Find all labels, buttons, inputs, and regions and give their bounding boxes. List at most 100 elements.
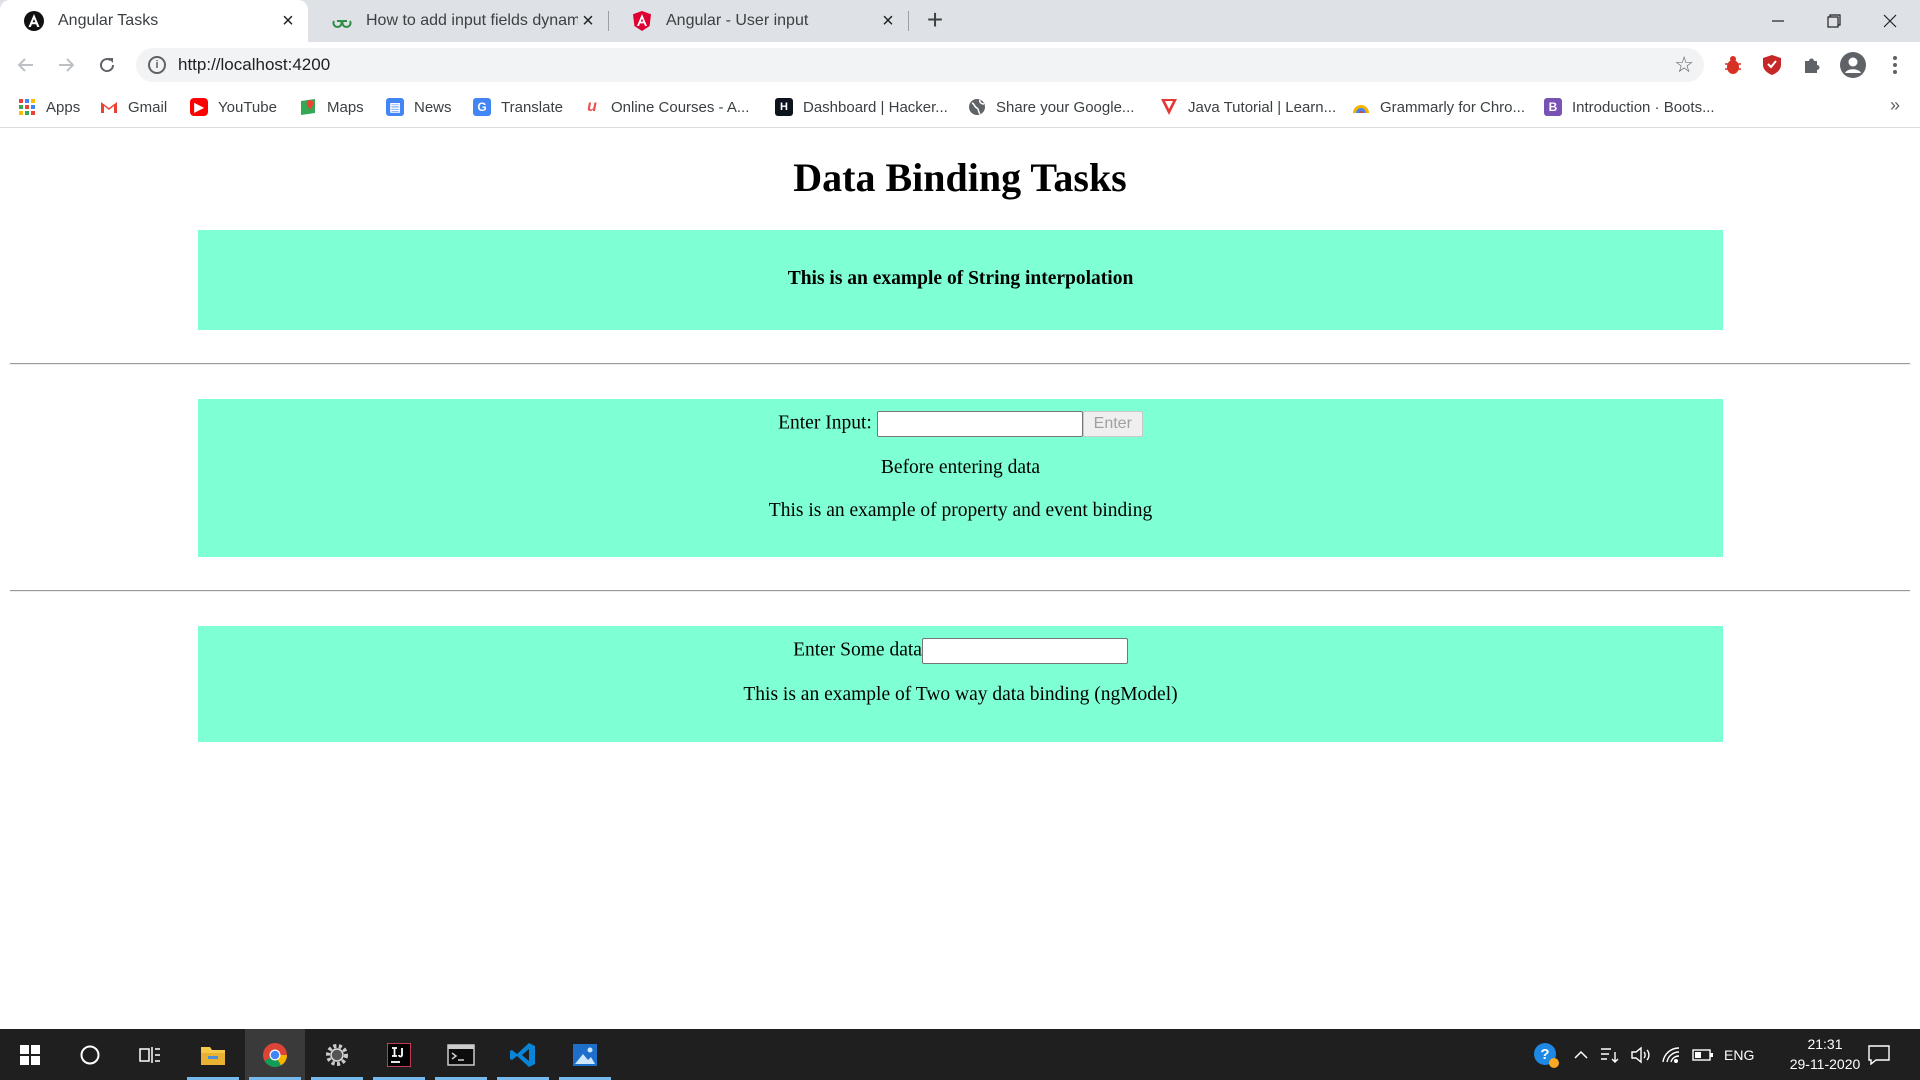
site-info-icon[interactable]: i bbox=[148, 56, 166, 74]
restore-button[interactable] bbox=[1806, 0, 1862, 42]
bookmark-share-google[interactable]: Share your Google... bbox=[968, 96, 1134, 118]
bookmark-java-tutorial[interactable]: Java Tutorial | Learn... bbox=[1160, 96, 1336, 118]
bookmark-label: Maps bbox=[327, 98, 364, 116]
bookmark-hackerrank[interactable]: H Dashboard | Hacker... bbox=[775, 96, 948, 118]
more-bookmarks-chevron-icon[interactable]: » bbox=[1890, 95, 1900, 116]
help-tray-icon[interactable]: ? bbox=[1532, 1029, 1560, 1080]
reload-icon bbox=[100, 58, 115, 73]
wifi-icon[interactable] bbox=[1661, 1029, 1683, 1080]
java-tutorial-icon bbox=[1160, 98, 1178, 116]
bookmark-label: Dashboard | Hacker... bbox=[803, 98, 948, 116]
tab-user-input[interactable]: Angular - User input × bbox=[608, 0, 908, 42]
angular-dark-icon bbox=[24, 11, 44, 31]
tab-strip: Angular Tasks × How to add input fields … bbox=[0, 0, 1920, 42]
gmail-icon bbox=[100, 98, 118, 116]
windows-start-icon[interactable] bbox=[0, 1029, 60, 1080]
property-binding-caption: This is an example of property and event… bbox=[768, 500, 1153, 521]
close-icon[interactable]: × bbox=[278, 11, 298, 31]
bookmark-label: News bbox=[414, 98, 452, 116]
close-window-button[interactable] bbox=[1862, 0, 1918, 42]
interpolation-text: This is an example of String interpolati… bbox=[787, 268, 1134, 289]
bookmark-news[interactable]: ▤ News bbox=[386, 96, 452, 118]
terminal-icon[interactable] bbox=[431, 1029, 491, 1080]
bookmark-label: Online Courses - A... bbox=[611, 98, 750, 116]
enter-input-label: Enter Input: bbox=[778, 412, 872, 434]
property-event-binding-panel: Enter Input: Enter Before entering data … bbox=[198, 399, 1723, 557]
back-arrow-icon bbox=[17, 58, 33, 72]
bookmark-youtube[interactable]: ▶ YouTube bbox=[190, 96, 277, 118]
extensions-puzzle-icon[interactable] bbox=[1797, 50, 1827, 80]
address-bar[interactable]: i http://localhost:4200 ☆ bbox=[136, 48, 1704, 82]
bookmark-apps[interactable]: Apps bbox=[18, 96, 80, 118]
apps-grid-icon bbox=[18, 98, 36, 116]
close-icon[interactable]: × bbox=[878, 11, 898, 31]
reload-button[interactable] bbox=[91, 49, 123, 81]
forward-button[interactable] bbox=[50, 49, 82, 81]
binding-status-text: Before entering data bbox=[880, 457, 1041, 478]
tab-angular-tasks[interactable]: Angular Tasks × bbox=[0, 0, 308, 42]
back-button[interactable] bbox=[10, 49, 42, 81]
intellij-idea-icon[interactable] bbox=[369, 1029, 429, 1080]
language-indicator[interactable]: ENG bbox=[1724, 1029, 1754, 1080]
bookmark-online-courses[interactable]: u Online Courses - A... bbox=[583, 96, 749, 118]
browser-toolbar: i http://localhost:4200 ☆ bbox=[0, 42, 1920, 87]
bookmark-grammarly[interactable]: Grammarly for Chro... bbox=[1352, 96, 1525, 118]
page-heading: Data Binding Tasks bbox=[793, 155, 1127, 200]
bookmark-label: Share your Google... bbox=[996, 98, 1135, 116]
data-input-row: Enter Some data bbox=[198, 638, 1723, 664]
tab-dynamic-input[interactable]: How to add input fields dynamic × bbox=[308, 0, 608, 42]
clock-date: 29-11-2020 bbox=[1789, 1056, 1861, 1072]
speaker-icon[interactable] bbox=[1630, 1029, 1652, 1080]
bookmark-label: Apps bbox=[46, 98, 81, 116]
bug-extension-icon[interactable] bbox=[1718, 50, 1748, 80]
youtube-icon: ▶ bbox=[190, 98, 208, 116]
bookmark-bootstrap[interactable]: B Introduction · Boots... bbox=[1544, 96, 1715, 118]
chrome-icon[interactable] bbox=[245, 1029, 305, 1080]
page-content: Data Binding Tasks This is an example of… bbox=[0, 128, 1920, 1029]
tab-title: Angular Tasks bbox=[58, 12, 159, 29]
close-icon[interactable]: × bbox=[578, 11, 598, 31]
bookmarks-bar: Apps Gmail ▶ YouTube Maps ▤ News G Trans… bbox=[0, 87, 1920, 128]
menu-kebab-icon[interactable] bbox=[1880, 50, 1910, 80]
enter-some-data-label: Enter Some data bbox=[793, 639, 922, 661]
divider bbox=[10, 363, 1910, 365]
enter-input-field[interactable] bbox=[876, 411, 1083, 437]
new-tab-button[interactable]: + bbox=[920, 6, 950, 36]
network-monitor-icon[interactable] bbox=[1600, 1029, 1620, 1080]
enter-button[interactable]: Enter bbox=[1082, 411, 1143, 437]
bookmark-star-icon[interactable]: ☆ bbox=[1674, 52, 1694, 78]
file-explorer-icon[interactable] bbox=[183, 1029, 243, 1080]
bootstrap-icon: B bbox=[1544, 98, 1562, 116]
url-text[interactable]: http://localhost:4200 bbox=[178, 55, 330, 75]
svg-text:?: ? bbox=[1540, 1046, 1549, 1063]
tab-divider bbox=[908, 11, 909, 31]
tab-title: Angular - User input bbox=[666, 12, 809, 29]
battery-icon[interactable] bbox=[1692, 1029, 1714, 1080]
bookmark-gmail[interactable]: Gmail bbox=[100, 96, 167, 118]
shield-extension-icon[interactable] bbox=[1757, 50, 1787, 80]
two-way-binding-caption: This is an example of Two way data bindi… bbox=[743, 684, 1178, 705]
tab-title: How to add input fields dynamic bbox=[366, 12, 578, 29]
cortana-search-icon[interactable] bbox=[60, 1029, 120, 1080]
profile-avatar-icon[interactable] bbox=[1838, 50, 1868, 80]
windows-taskbar: ? ENG 21:31 29-11-2020 bbox=[0, 1029, 1920, 1080]
bookmark-maps[interactable]: Maps bbox=[299, 96, 364, 118]
bookmark-label: Java Tutorial | Learn... bbox=[1188, 98, 1337, 116]
notifications-icon[interactable] bbox=[1868, 1029, 1890, 1080]
string-interpolation-panel: This is an example of String interpolati… bbox=[198, 230, 1723, 330]
system-clock[interactable]: 21:31 29-11-2020 bbox=[1780, 1034, 1870, 1074]
chevron-up-icon[interactable] bbox=[1573, 1029, 1589, 1080]
vscode-icon[interactable] bbox=[493, 1029, 553, 1080]
clock-time: 21:31 bbox=[1807, 1036, 1843, 1052]
minimize-button[interactable] bbox=[1750, 0, 1806, 42]
angular-red-icon bbox=[632, 11, 652, 31]
maps-icon bbox=[299, 98, 317, 116]
translate-icon: G bbox=[473, 98, 491, 116]
udemy-icon: u bbox=[587, 98, 597, 115]
bookmark-translate[interactable]: G Translate bbox=[473, 96, 563, 118]
photos-icon[interactable] bbox=[555, 1029, 615, 1080]
task-view-icon[interactable] bbox=[120, 1029, 180, 1080]
some-data-input-field[interactable] bbox=[921, 638, 1128, 664]
bookmark-label: Grammarly for Chro... bbox=[1380, 98, 1526, 116]
settings-gear-icon[interactable] bbox=[307, 1029, 367, 1080]
